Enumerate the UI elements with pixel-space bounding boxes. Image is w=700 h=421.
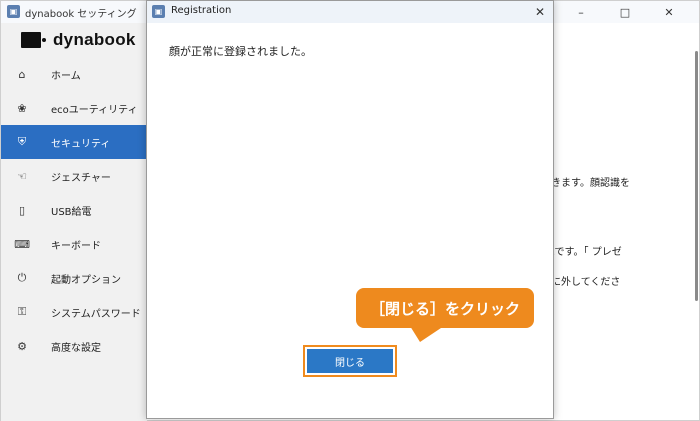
dynabook-logo: dynabook <box>21 30 136 49</box>
sidebar-item-advanced-settings[interactable]: ⚙ 高度な設定 <box>1 329 147 363</box>
power-icon: ⏻ <box>17 271 27 284</box>
scrollbar[interactable] <box>695 51 698 301</box>
close-button[interactable]: 閉じる <box>307 349 393 373</box>
callout-tail <box>410 326 444 342</box>
sidebar-item-gesture[interactable]: ☜ ジェスチャー <box>1 159 147 193</box>
registration-dialog: ▣ Registration ✕ 顔が正常に登録されました。 閉じる <box>146 0 554 419</box>
sidebar-item-label: USB給電 <box>51 206 92 218</box>
logo-text: dynabook <box>53 30 136 49</box>
dialog-title: Registration <box>171 5 232 16</box>
sidebar-item-label: キーボード <box>51 240 101 252</box>
app-icon: ▣ <box>7 5 20 18</box>
dialog-message: 顔が正常に登録されました。 <box>169 45 312 58</box>
gear-icon: ⚙ <box>17 339 27 353</box>
logo-mark-icon <box>21 32 46 48</box>
content-text-line-1: できます。顔認識を <box>541 178 630 189</box>
maximize-button[interactable]: □ <box>603 1 647 23</box>
app-title: dynabook セッティング <box>25 9 137 20</box>
instruction-callout: ［閉じる］をクリック <box>356 288 534 328</box>
sidebar-item-boot-options[interactable]: ⏻ 起動オプション <box>1 261 147 295</box>
keyboard-icon: ⌨ <box>14 237 30 251</box>
sidebar-item-label: 起動オプション <box>51 274 121 286</box>
sidebar-item-label: システムパスワード <box>51 308 141 320</box>
window-close-button[interactable]: ✕ <box>647 1 691 23</box>
key-icon: ⚿ <box>17 305 27 318</box>
sidebar-item-system-password[interactable]: ⚿ システムパスワード <box>1 295 147 329</box>
sidebar-item-eco-utility[interactable]: ❀ ecoユーティリティ <box>1 91 147 125</box>
sidebar: dynabook ⌂ ホーム ❀ ecoユーティリティ ⛨ セキュリティ ☜ ジ… <box>1 23 147 421</box>
sidebar-item-label: セキュリティ <box>51 138 111 150</box>
dialog-app-icon: ▣ <box>152 5 165 18</box>
sidebar-item-label: ジェスチャー <box>51 172 111 184</box>
minimize-button[interactable]: – <box>559 1 603 23</box>
home-icon: ⌂ <box>18 67 26 81</box>
sidebar-item-label: ecoユーティリティ <box>51 104 138 116</box>
sidebar-item-usb-power[interactable]: ▯ USB給電 <box>1 193 147 227</box>
dialog-titlebar: ▣ Registration ✕ <box>147 1 553 23</box>
sidebar-item-home[interactable]: ⌂ ホーム <box>1 57 147 91</box>
close-button-highlight: 閉じる <box>303 345 397 377</box>
eco-icon: ❀ <box>17 101 27 115</box>
usb-icon: ▯ <box>18 203 26 217</box>
sidebar-nav: ⌂ ホーム ❀ ecoユーティリティ ⛨ セキュリティ ☜ ジェスチャー ▯ U… <box>1 57 147 363</box>
sidebar-item-label: ホーム <box>51 70 81 82</box>
sidebar-item-label: 高度な設定 <box>51 342 101 354</box>
dialog-close-icon[interactable]: ✕ <box>531 3 549 21</box>
sidebar-item-security[interactable]: ⛨ セキュリティ <box>1 125 147 159</box>
sidebar-item-keyboard[interactable]: ⌨ キーボード <box>1 227 147 261</box>
gesture-icon: ☜ <box>17 169 27 183</box>
shield-icon: ⛨ <box>17 135 27 148</box>
